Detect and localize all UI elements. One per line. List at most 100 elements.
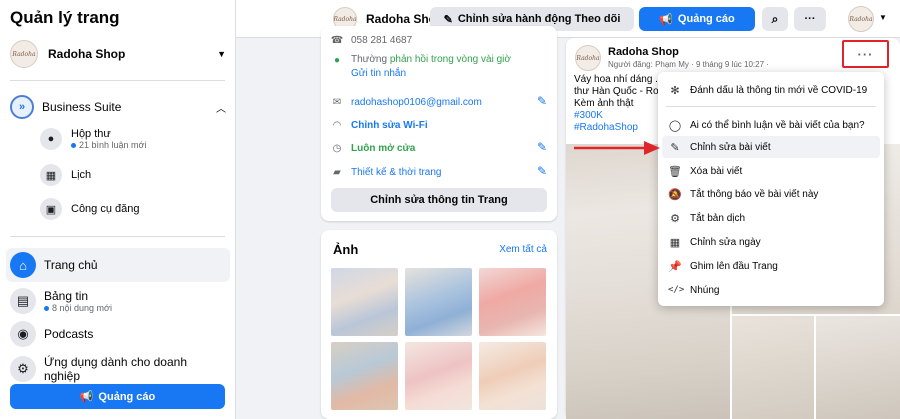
post-hashtag-shop[interactable]: #RadohaShop [574, 122, 667, 134]
page-switcher-name: Radoha Shop [48, 47, 126, 61]
sidebar-item-publishing-tools[interactable]: ▣ Công cụ đăng [40, 198, 140, 220]
clock-icon: ◷ [332, 142, 342, 154]
page-switcher[interactable]: Radoha Radoha Shop ▼ [10, 40, 226, 68]
send-message-link[interactable]: Gửi tin nhắn [351, 68, 511, 79]
account-avatar[interactable]: Radoha [848, 6, 874, 32]
see-all-photos-link[interactable]: Xem tất cả [499, 244, 547, 255]
photos-title: Ảnh [333, 242, 359, 257]
edit-page-info-button[interactable]: Chỉnh sửa thông tin Trang [331, 188, 547, 212]
sidebar-item-label: Lịch [71, 169, 92, 181]
phone-row: ☎ 058 281 4687 [331, 34, 412, 46]
edit-page-info-label: Chỉnh sửa thông tin Trang [370, 194, 508, 206]
podcast-icon: ◉ [10, 321, 36, 347]
hours-row: ◷ Luôn mở cửa [331, 142, 416, 154]
phone-number: 058 281 4687 [351, 34, 413, 46]
email-link[interactable]: radohashop0106@gmail.com [351, 97, 482, 108]
business-suite-label: Business Suite [42, 100, 122, 114]
menu-item-label: Ai có thể bình luận về bài viết của bạn? [690, 119, 865, 131]
post-author-avatar[interactable]: Radoha [575, 45, 601, 71]
divider [10, 80, 225, 81]
sidebar-item-podcasts[interactable]: ◉ Podcasts [10, 321, 93, 347]
response-time: phản hồi trong vòng vài giờ [389, 54, 511, 65]
comment-icon: ◯ [668, 119, 682, 132]
menu-item-label: Nhúng [690, 284, 720, 296]
edit-hours-icon[interactable]: ✎ [537, 140, 547, 154]
sidebar-item-news-feed[interactable]: ▤ Bảng tin 8 nội dung mới [10, 288, 112, 314]
category-link[interactable]: Thiết kế & thời trang [351, 167, 442, 178]
menu-item-label: Chỉnh sửa ngày [690, 236, 761, 248]
menu-item-embed[interactable]: </> Nhúng [662, 279, 880, 301]
code-icon: </> [668, 285, 685, 295]
sidebar-item-calendar[interactable]: ▦ Lịch [40, 164, 91, 186]
post-image-model[interactable] [816, 316, 900, 419]
sidebar-ad-button[interactable]: 📢 Quảng cáo [10, 384, 225, 409]
menu-item-turn-off-notifications[interactable]: 🔕 Tắt thông báo về bài viết này [662, 183, 880, 205]
covid-icon: ✻ [670, 84, 680, 97]
more-button[interactable]: ··· [794, 7, 826, 31]
news-feed-icon: ▤ [10, 288, 36, 314]
caret-down-icon[interactable]: ▼ [879, 13, 887, 22]
divider [666, 106, 876, 107]
post-author-name[interactable]: Radoha Shop [608, 46, 679, 58]
edit-category-icon[interactable]: ✎ [537, 164, 547, 178]
translate-icon: ⚙ [670, 212, 680, 225]
menu-item-label: Ghim lên đầu Trang [690, 260, 778, 272]
chat-icon: ● [40, 128, 62, 150]
sidebar-item-inbox[interactable]: ● Hộp thư 21 bình luận mới [40, 128, 146, 150]
sidebar: Quản lý trang Radoha Radoha Shop ▼ » Bus… [0, 0, 236, 419]
menu-item-label: Đánh dấu là thông tin mới về COVID-19 [690, 84, 868, 96]
menu-item-label: Chỉnh sửa bài viết [690, 141, 771, 153]
menu-item-label: Xóa bài viết [690, 165, 743, 177]
post-image-model[interactable] [732, 316, 814, 419]
bell-off-icon: 🔕 [668, 188, 682, 201]
wifi-row: ◠ Chỉnh sửa Wi-Fi [331, 119, 428, 131]
sidebar-item-sub: 21 bình luận mới [79, 140, 147, 150]
photo-thumbnail[interactable] [405, 342, 472, 410]
header-ad-button-label: Quảng cáo [677, 13, 735, 25]
pencil-icon: ✎ [443, 13, 453, 26]
wifi-icon: ◠ [332, 119, 342, 131]
tag-icon: ▰ [333, 166, 341, 178]
phone-icon: ☎ [330, 34, 344, 46]
open-status: Luôn mở cửa [351, 142, 416, 154]
trash-icon: 🗑 [668, 165, 682, 178]
category-row: ▰ Thiết kế & thời trang [331, 166, 442, 178]
photos-card: Ảnh Xem tất cả [321, 230, 557, 419]
photo-thumbnail[interactable] [479, 342, 546, 410]
pin-icon: 📌 [668, 260, 682, 273]
sidebar-item-label: Bảng tin [44, 289, 89, 303]
post-hashtag-price[interactable]: #300K [574, 110, 667, 122]
photo-thumbnail[interactable] [479, 268, 546, 336]
sidebar-item-business-apps[interactable]: ⚙ Ứng dụng dành cho doanh nghiệp [10, 355, 226, 383]
menu-item-pin-to-top[interactable]: 📌 Ghim lên đầu Trang [662, 255, 880, 277]
ellipsis-icon: ··· [857, 46, 874, 62]
post-options-menu: ✻ Đánh dấu là thông tin mới về COVID-19 ◯… [658, 72, 884, 306]
menu-item-comment-settings[interactable]: ◯ Ai có thể bình luận về bài viết của bạn… [662, 114, 880, 136]
sidebar-item-label: Hộp thư [71, 128, 111, 140]
header-ad-button[interactable]: 📢 Quảng cáo [639, 7, 755, 31]
edit-email-icon[interactable]: ✎ [537, 94, 547, 108]
photo-thumbnail[interactable] [331, 268, 398, 336]
menu-item-edit-date[interactable]: ▦ Chỉnh sửa ngày [662, 231, 880, 253]
apps-icon: ⚙ [10, 356, 36, 382]
photo-thumbnail[interactable] [331, 342, 398, 410]
tools-icon: ▣ [40, 198, 62, 220]
page-info-card: ☎ 058 281 4687 ● Thường phản hồi trong v… [321, 26, 557, 221]
calendar-icon: ▦ [40, 164, 62, 186]
post-text-line: Kèm ảnh thật [574, 98, 634, 109]
menu-item-turn-off-translation[interactable]: ⚙ Tắt bản dịch [662, 207, 880, 229]
post-more-button[interactable]: ··· [842, 40, 889, 68]
business-suite-toggle[interactable]: » Business Suite ︿ [10, 95, 226, 119]
post-text: Váy hoa nhí dáng ... thư Hàn Quốc - Ro..… [574, 74, 667, 134]
sidebar-item-home[interactable]: ⌂ Trang chủ [6, 248, 230, 282]
sidebar-item-label: Trang chủ [44, 258, 98, 272]
menu-item-delete-post[interactable]: 🗑 Xóa bài viết [662, 160, 880, 182]
menu-item-mark-covid[interactable]: ✻ Đánh dấu là thông tin mới về COVID-19 [662, 79, 880, 101]
photo-thumbnail[interactable] [405, 268, 472, 336]
search-button[interactable]: ⌕ [762, 7, 788, 31]
menu-item-edit-post[interactable]: ✎ Chỉnh sửa bài viết [662, 136, 880, 158]
response-row: ● Thường phản hồi trong vòng vài giờ Gửi… [331, 54, 511, 79]
mail-icon: ✉ [332, 96, 342, 108]
email-row: ✉ radohashop0106@gmail.com [331, 96, 482, 108]
edit-wifi-link[interactable]: Chỉnh sửa Wi-Fi [351, 120, 428, 131]
